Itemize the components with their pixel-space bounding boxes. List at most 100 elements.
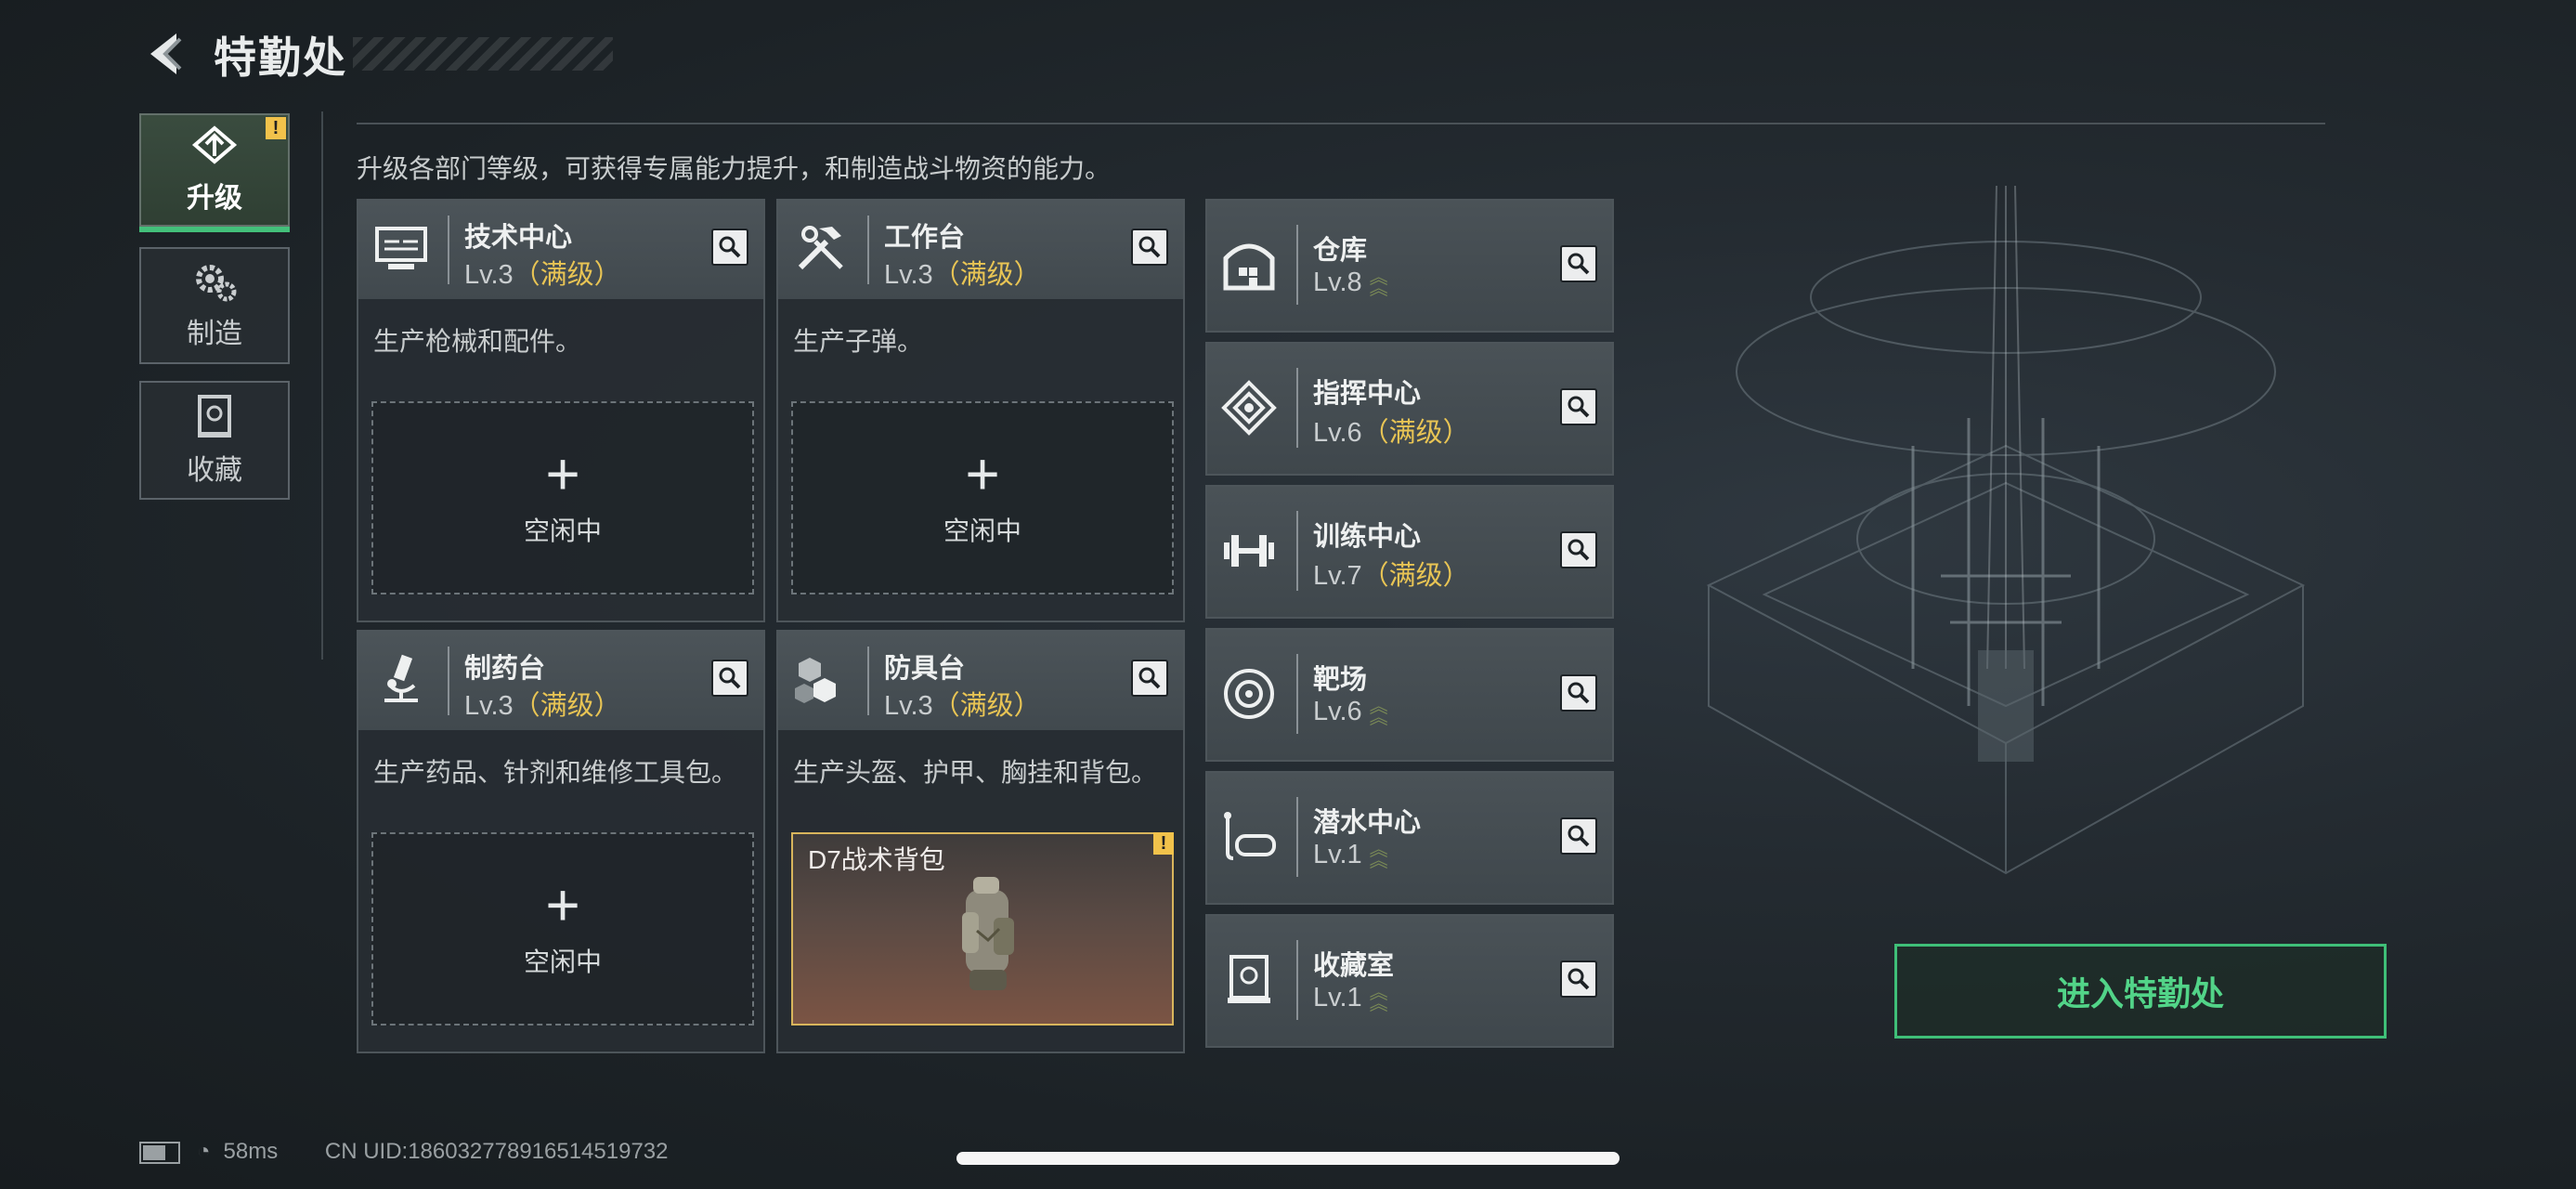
collection-case-icon <box>198 395 231 438</box>
dept-product-desc: 生产头盔、护甲、胸挂和背包。 <box>793 758 1158 787</box>
slot-status: 空闲中 <box>523 947 602 976</box>
dept-card-header: 防具台 Lv.3（满级） <box>778 632 1183 730</box>
warehouse-icon <box>1223 243 1275 291</box>
search-icon[interactable] <box>711 229 748 266</box>
facility-card-training-center[interactable]: 训练中心 Lv.7（满级） <box>1205 485 1614 619</box>
page-title: 特勤处 <box>214 33 347 82</box>
facility-level: Lv.6（满级） <box>1313 418 1470 448</box>
upgrade-icon <box>191 125 238 164</box>
target-icon <box>1224 669 1274 719</box>
tab-collection[interactable]: 收藏 <box>139 381 290 500</box>
add-icon: + <box>545 440 580 507</box>
status-bar: ◔ 58ms CN UID:18603277891651451973​2 <box>139 1139 669 1165</box>
production-slot[interactable]: + 空闲中 <box>371 401 754 594</box>
search-icon[interactable] <box>1560 960 1597 998</box>
facility-card-collection-room[interactable]: 收藏室 Lv.1 ︽ ︽ <box>1205 914 1614 1048</box>
facility-name: 潜水中心 <box>1313 808 1422 838</box>
collection-case-icon <box>1228 955 1270 1003</box>
dept-card-header: 制药台 Lv.3（满级） <box>358 632 763 730</box>
facility-level: Lv.7（满级） <box>1313 561 1470 591</box>
tab-upgrade[interactable]: ! 升级 <box>139 113 290 232</box>
facility-level: Lv.8 ︽ ︽ <box>1313 268 1388 300</box>
tab-craft-label: 制造 <box>187 319 242 349</box>
facility-name: 指挥中心 <box>1313 379 1422 409</box>
facility-level: Lv.6 ︽ ︽ <box>1313 697 1388 729</box>
dept-card-tech-center: 技术中心 Lv.3（满级） 生产枪械和配件。 + 空闲中 <box>357 199 765 622</box>
facility-card-warehouse[interactable]: 仓库 Lv.8 ︽ ︽ <box>1205 199 1614 333</box>
item-alert-badge: ! <box>1153 832 1174 855</box>
production-slot[interactable]: + 空闲中 <box>791 401 1174 594</box>
dept-card-armor-bench: 防具台 Lv.3（满级） 生产头盔、护甲、胸挂和背包。 D7战术背包 ! <box>776 630 1185 1053</box>
title-stripe-decoration <box>353 37 613 71</box>
item-name: D7战术背包 <box>808 845 945 874</box>
facility-name: 仓库 <box>1313 236 1368 266</box>
dept-card-workbench: 工作台 Lv.3（满级） 生产子弹。 + 空闲中 <box>776 199 1185 622</box>
tab-craft[interactable]: 制造 <box>139 247 290 364</box>
active-tab-indicator <box>139 227 290 232</box>
production-slot[interactable]: + 空闲中 <box>371 832 754 1026</box>
backpack-image <box>962 877 1014 990</box>
page-description: 升级各部门等级，可获得专属能力提升，和制造战斗物资的能力。 <box>357 154 1112 183</box>
slot-status: 空闲中 <box>943 516 1021 545</box>
tools-icon <box>798 226 843 270</box>
production-slot-item[interactable]: D7战术背包 ! <box>791 832 1174 1026</box>
top-divider <box>357 123 2325 124</box>
dept-level: Lv.3（满级） <box>884 260 1041 290</box>
search-icon[interactable] <box>1560 817 1597 855</box>
uid-text: CN UID:18603277891651451973​2 <box>324 1139 669 1164</box>
facility-name: 靶场 <box>1313 665 1368 695</box>
diving-mask-icon <box>1224 812 1276 860</box>
search-icon[interactable] <box>1131 229 1168 266</box>
facility-card-command-center[interactable]: 指挥中心 Lv.6（满级） <box>1205 342 1614 476</box>
dept-name: 防具台 <box>884 654 966 684</box>
search-icon[interactable] <box>1560 531 1597 568</box>
dept-name: 技术中心 <box>464 223 573 253</box>
ping-text: 58ms <box>223 1139 279 1164</box>
slot-status: 空闲中 <box>523 516 602 545</box>
facility-card-shooting-range[interactable]: 靶场 Lv.6 ︽ ︽ <box>1205 628 1614 762</box>
dept-level: Lv.3（满级） <box>464 691 621 721</box>
command-center-icon <box>1221 380 1277 436</box>
search-icon[interactable] <box>1560 388 1597 425</box>
dept-product-desc: 生产枪械和配件。 <box>373 327 582 356</box>
header: 特勤处 <box>0 0 743 111</box>
search-icon[interactable] <box>1560 245 1597 282</box>
facility-level: Lv.1 ︽ ︽ <box>1313 983 1388 1015</box>
facility-card-diving-center[interactable]: 潜水中心 Lv.1 ︽ ︽ <box>1205 771 1614 905</box>
tab-upgrade-label: 升级 <box>187 183 242 214</box>
facility-name: 训练中心 <box>1313 522 1422 552</box>
dept-name: 工作台 <box>884 223 966 253</box>
computer-icon <box>375 227 427 269</box>
dept-level: Lv.3（满级） <box>464 260 621 290</box>
microscope-icon <box>384 654 418 702</box>
battery-icon <box>139 1141 180 1164</box>
dept-product-desc: 生产子弹。 <box>793 327 924 356</box>
dumbbell-icon <box>1224 535 1274 567</box>
back-arrow-icon[interactable] <box>137 26 193 82</box>
upgrade-available-icon: ︽ ︽ <box>1369 268 1388 300</box>
add-icon: + <box>965 440 1000 507</box>
enter-special-ops-button[interactable]: 进入特勤处 <box>1894 944 2387 1039</box>
dept-card-pharmacy: 制药台 Lv.3（满级） 生产药品、针剂和维修工具包。 + 空闲中 <box>357 630 765 1053</box>
search-icon[interactable] <box>1131 660 1168 697</box>
facility-level: Lv.1 ︽ ︽ <box>1313 840 1388 872</box>
dept-level: Lv.3（满级） <box>884 691 1041 721</box>
home-indicator[interactable] <box>956 1152 1620 1165</box>
sidebar-divider <box>321 111 323 660</box>
dept-name: 制药台 <box>464 654 546 684</box>
tab-collection-label: 收藏 <box>187 455 242 486</box>
tab-alert-badge: ! <box>266 117 286 139</box>
upgrade-available-icon: ︽ ︽ <box>1369 840 1388 872</box>
dept-card-header: 技术中心 Lv.3（满级） <box>358 201 763 299</box>
facility-name: 收藏室 <box>1313 951 1395 981</box>
wifi-icon: ◔ <box>197 1139 211 1164</box>
search-icon[interactable] <box>711 660 748 697</box>
dept-product-desc: 生产药品、针剂和维修工具包。 <box>373 758 738 787</box>
add-icon: + <box>545 871 580 938</box>
armor-blocks-icon <box>795 658 836 703</box>
base-hologram-image <box>1706 186 2306 875</box>
upgrade-available-icon: ︽ ︽ <box>1369 983 1388 1015</box>
search-icon[interactable] <box>1560 674 1597 712</box>
dept-card-header: 工作台 Lv.3（满级） <box>778 201 1183 299</box>
upgrade-available-icon: ︽ ︽ <box>1369 697 1388 729</box>
